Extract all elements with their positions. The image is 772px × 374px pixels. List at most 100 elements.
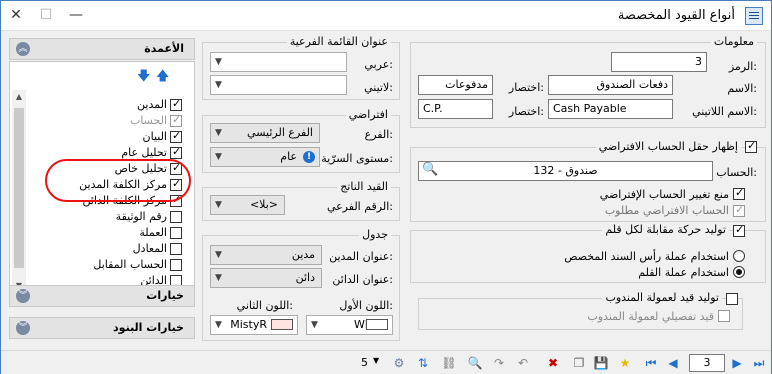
- show-default-account-checkbox[interactable]: [745, 139, 757, 153]
- columns-scrollbar[interactable]: ▲ ▼: [12, 90, 26, 293]
- credit-title-select[interactable]: ▼ دائن: [210, 268, 322, 288]
- item-options-section-header[interactable]: ︾ خيارات البنود: [9, 317, 195, 339]
- column-list-item[interactable]: العملة: [139, 225, 182, 240]
- column-checkbox[interactable]: [170, 210, 182, 223]
- code-field[interactable]: 3: [611, 52, 707, 72]
- chevron-down-icon[interactable]: ︾: [16, 289, 30, 303]
- item-options-header-label: خيارات البنود: [113, 321, 184, 334]
- security-select[interactable]: ▼ عام !: [210, 147, 320, 167]
- abbr-label: اختصار:: [508, 81, 544, 94]
- column-list-item[interactable]: الحساب: [130, 113, 182, 128]
- account-field[interactable]: 🔍 132 - صندوق: [418, 161, 713, 181]
- sub-number-select[interactable]: ▼ <بلا>: [210, 195, 285, 215]
- arabic-select[interactable]: ▼: [210, 52, 347, 72]
- column-checkbox[interactable]: [170, 129, 182, 143]
- close-button[interactable]: ✕: [1, 1, 31, 30]
- column-list-item[interactable]: الحساب المقابل: [93, 257, 182, 272]
- record-number-field[interactable]: 3: [689, 354, 725, 372]
- branch-select[interactable]: ▼ الفرع الرئيسي: [210, 123, 320, 143]
- options-header-label: خيارات: [146, 289, 184, 302]
- generated-entry-title: القيد الناتج: [337, 180, 391, 193]
- generated-entry-group: القيد الناتج الرقم الفرعي: ▼ <بلا>: [202, 180, 400, 221]
- debit-title-select[interactable]: ▼ مدين: [210, 245, 322, 265]
- column-checkbox[interactable]: [170, 97, 182, 111]
- title-bar: ✕ ☐ — أنواع القيود المخصصة: [1, 1, 771, 31]
- latin-abbr-field[interactable]: C.P.: [418, 99, 493, 119]
- column-checkbox[interactable]: [170, 242, 182, 255]
- last-record-icon[interactable]: ⏭: [751, 355, 767, 371]
- previous-record-icon[interactable]: ◀: [665, 355, 681, 371]
- sort-icon[interactable]: ⇅: [415, 355, 431, 371]
- column-list-item[interactable]: المعادل: [133, 241, 182, 256]
- arabic-label: عربي:: [364, 58, 393, 71]
- latin-abbr-label: اختصار:: [508, 105, 544, 118]
- rep-detailed-label: قيد تفصيلي لعمولة المندوب: [587, 310, 714, 323]
- default-group: افتراضي الفرع: ▼ الفرع الرئيسي مستوى الس…: [202, 108, 400, 173]
- table-title: جدول: [359, 228, 391, 241]
- rep-detailed-checkbox[interactable]: [718, 310, 730, 322]
- record-count: 5: [361, 356, 368, 369]
- info-icon: !: [303, 151, 315, 163]
- chevron-down-icon: ▼: [215, 57, 222, 67]
- columns-section-header[interactable]: ︽ الأعمدة: [9, 38, 195, 60]
- latin-name-field[interactable]: Cash Payable: [548, 99, 673, 119]
- pen-group: توليد حركة مقابلة لكل قلم استخدام عملة ر…: [410, 223, 766, 283]
- column-label: المعادل: [132, 242, 167, 255]
- account-group: إظهار حقل الحساب الافتراضي الحساب: 🔍 132…: [410, 139, 766, 222]
- minimize-button[interactable]: —: [61, 1, 91, 30]
- security-label: مستوى السرّية:: [321, 152, 393, 165]
- chevron-up-icon[interactable]: ︽: [16, 42, 30, 56]
- latin-select[interactable]: ▼: [210, 75, 347, 95]
- abbr-field[interactable]: مدفوعات: [418, 75, 493, 95]
- highlight-annotation: [45, 159, 191, 202]
- chevron-down-icon: ▼: [215, 200, 222, 210]
- save-icon[interactable]: 💾: [593, 355, 609, 371]
- copy-icon[interactable]: ❐: [571, 355, 587, 371]
- chevron-down-icon: ▼: [215, 128, 222, 138]
- next-record-icon[interactable]: ▶: [729, 355, 745, 371]
- prevent-change-label: منع تغيير الحساب الإفتراضي: [599, 188, 729, 201]
- maximize-button[interactable]: ☐: [31, 1, 61, 30]
- column-label: رقم الوثيقة: [115, 210, 167, 223]
- column-label: المدين: [137, 98, 167, 111]
- column-list-item[interactable]: البيان: [143, 129, 182, 144]
- color2-select[interactable]: ▼ MistyR: [210, 315, 298, 335]
- move-down-icon[interactable]: 🡇: [137, 70, 150, 83]
- search-icon[interactable]: 🔍: [422, 162, 438, 179]
- move-up-icon[interactable]: 🡅: [156, 70, 169, 83]
- search-icon[interactable]: 🔍: [467, 355, 483, 371]
- undo-icon[interactable]: ↶: [515, 355, 531, 371]
- column-checkbox[interactable]: [170, 113, 182, 127]
- color1-select[interactable]: ▼ White: [306, 315, 393, 335]
- favorite-star-icon[interactable]: ★: [617, 355, 633, 371]
- name-field[interactable]: دفعات الصندوق: [548, 75, 673, 95]
- generate-pen-checkbox[interactable]: [733, 223, 745, 237]
- chevron-down-icon[interactable]: ︾: [16, 321, 30, 335]
- delete-icon[interactable]: ✖: [545, 355, 561, 371]
- column-list-item[interactable]: المدين: [137, 97, 182, 112]
- options-section-header[interactable]: ︾ خيارات: [9, 285, 195, 307]
- header-currency-radio[interactable]: [733, 250, 745, 262]
- chevron-down-icon: ▼: [215, 80, 222, 90]
- generate-pen-label: توليد حركة مقابلة لكل قلم: [602, 223, 729, 236]
- column-list-item[interactable]: تحليل عام: [121, 145, 182, 160]
- required-checkbox[interactable]: [733, 203, 745, 217]
- column-label: الحساب: [129, 114, 167, 127]
- redo-icon[interactable]: ↷: [491, 355, 507, 371]
- submenu-title-group: عنوان القائمة الفرعية عربي: ▼ لاتيني: ▼: [202, 35, 400, 100]
- chevron-down-icon: ▼: [311, 320, 318, 330]
- pen-currency-radio[interactable]: [733, 266, 745, 278]
- column-checkbox[interactable]: [170, 226, 182, 239]
- credit-title-label: عنوان الدائن:: [332, 273, 393, 286]
- rep-commission-checkbox[interactable]: [726, 293, 738, 305]
- column-list-item[interactable]: رقم الوثيقة: [116, 209, 182, 224]
- first-record-icon[interactable]: ⏮: [643, 355, 659, 371]
- column-checkbox[interactable]: [170, 145, 182, 159]
- column-label: تحليل عام: [121, 146, 167, 159]
- settings-gear-icon[interactable]: ⚙: [391, 355, 407, 371]
- color1-label: اللون الأول:: [339, 299, 393, 312]
- column-checkbox[interactable]: [170, 258, 182, 271]
- prevent-change-checkbox[interactable]: [733, 186, 745, 200]
- default-title: افتراضي: [345, 108, 391, 121]
- link-icon[interactable]: ⛓: [441, 355, 457, 371]
